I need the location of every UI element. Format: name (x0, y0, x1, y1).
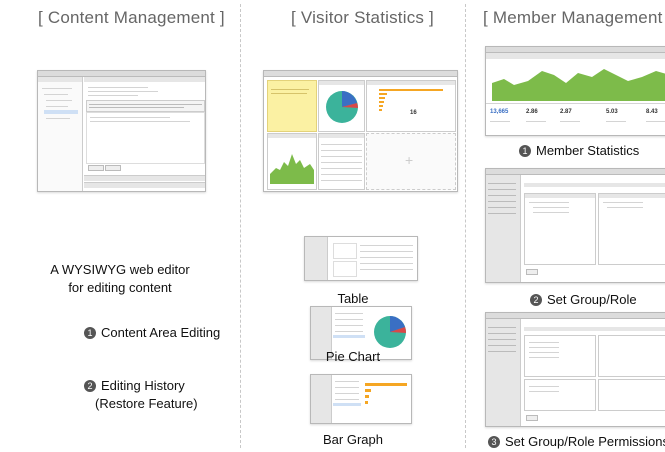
feature-number-badge: 1 (84, 327, 96, 339)
dashboard-area-chart (270, 154, 314, 184)
caption-table: Table (337, 291, 369, 306)
caption-label: Set Group/Role Permissions (505, 434, 665, 449)
stat-value-4: 5.03 (606, 109, 618, 115)
dashboard-value: 16 (410, 110, 417, 116)
caption-number-badge: 2 (530, 294, 542, 306)
caption-label: Set Group/Role (547, 292, 637, 307)
member-area-chart (492, 69, 665, 101)
visitor-statistics-title: [ Visitor Statistics ] (291, 8, 434, 27)
caption-set-group-role-permissions: 3 Set Group/Role Permissions (488, 434, 665, 449)
feature-number-badge: 2 (84, 380, 96, 392)
stat-value-2: 2.86 (526, 109, 538, 115)
caption-number-badge: 3 (488, 436, 500, 448)
editor-description-line1: A WYSIWYG web editor (50, 262, 190, 277)
table-thumbnail (304, 236, 418, 281)
permissions-screenshot (485, 312, 665, 427)
dashboard-screenshot: 16 + (263, 70, 458, 192)
pie-chart-graphic (374, 316, 407, 348)
feature-editing-history: 2 Editing History (84, 378, 185, 393)
member-management-title: [ Member Management ] (483, 8, 665, 27)
column-divider-left (240, 4, 241, 448)
editor-screenshot (37, 70, 206, 192)
caption-set-group-role: 2 Set Group/Role (530, 292, 637, 307)
content-management-title: [ Content Management ] (38, 8, 225, 27)
column-divider-right (465, 4, 466, 448)
stat-value-5: 8.43 (646, 109, 658, 115)
caption-member-statistics: 1 Member Statistics (519, 143, 639, 158)
bar-graph-thumbnail (310, 374, 412, 424)
caption-bar-graph: Bar Graph (323, 432, 383, 447)
editor-description-line2: for editing content (68, 280, 172, 295)
stat-value-3: 2.87 (560, 109, 572, 115)
add-widget-icon: + (405, 152, 414, 168)
feature-label: Editing History (101, 378, 185, 393)
dashboard-pie (326, 91, 358, 123)
member-statistics-screenshot: 13,665 2.86 2.87 5.03 8.43 (485, 46, 665, 136)
feature-restore-label: (Restore Feature) (95, 396, 198, 411)
caption-pie-chart: Pie Chart (325, 349, 381, 364)
feature-label: Content Area Editing (101, 325, 221, 340)
stat-value-1: 13,665 (490, 109, 509, 115)
caption-label: Member Statistics (536, 143, 640, 158)
feature-content-area-editing: 1 Content Area Editing (84, 325, 220, 340)
sticky-note (267, 80, 317, 132)
set-group-role-screenshot (485, 168, 665, 283)
caption-number-badge: 1 (519, 145, 531, 157)
